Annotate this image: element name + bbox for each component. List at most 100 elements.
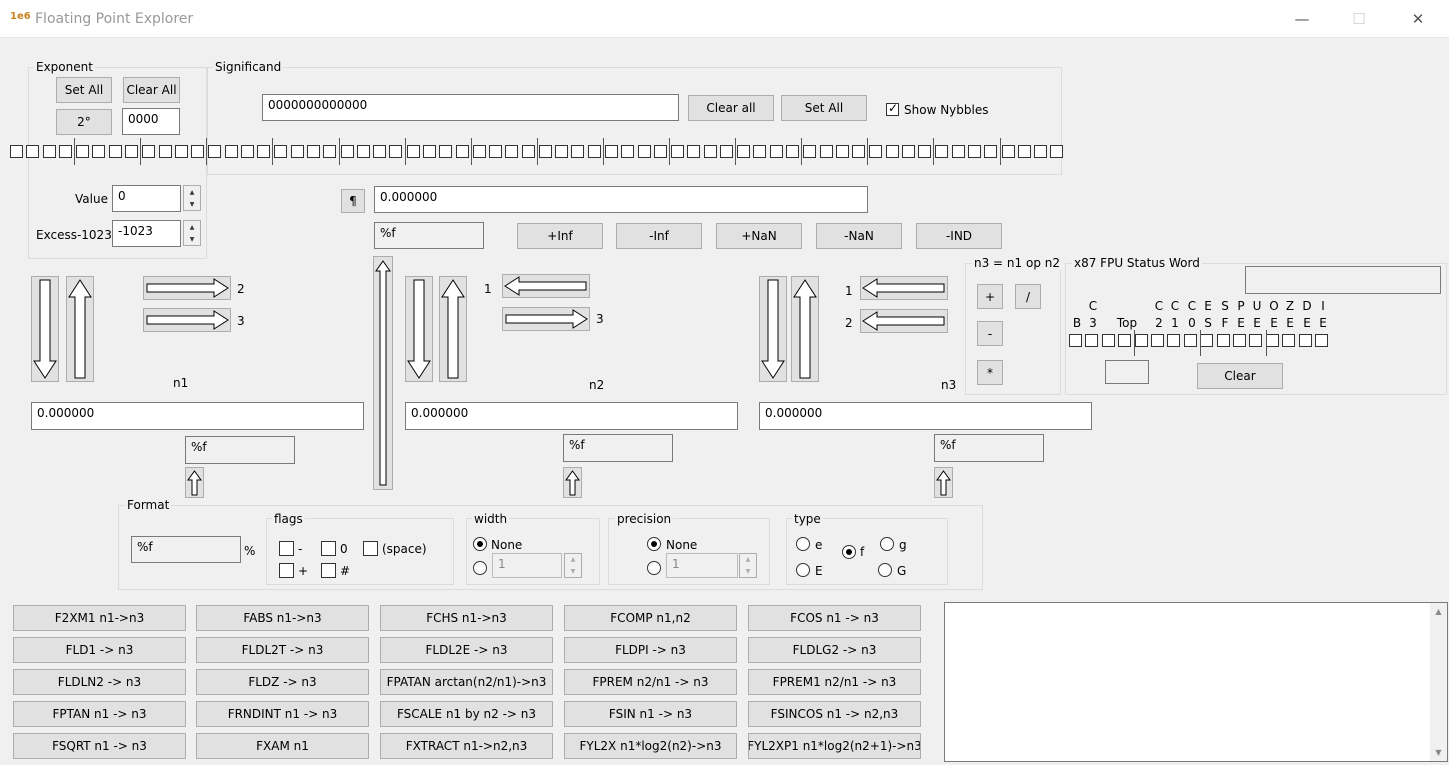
flag-plus-checkbox[interactable]	[279, 563, 294, 578]
minimize-icon[interactable]: —	[1273, 0, 1331, 38]
instr-fpatan-button[interactable]: FPATAN arctan(n2/n1)->n3	[380, 669, 553, 695]
bit-checkbox[interactable]	[76, 145, 89, 158]
bit-checkbox[interactable]	[869, 145, 882, 158]
bit-checkbox[interactable]	[274, 145, 287, 158]
minus-nan-button[interactable]: -NaN	[816, 223, 902, 249]
bit-checkbox[interactable]	[241, 145, 254, 158]
instr-frndint-button[interactable]: FRNDINT n1 -> n3	[196, 701, 369, 727]
bit-checkbox[interactable]	[836, 145, 849, 158]
divide-button[interactable]: /	[1015, 284, 1041, 309]
bit-checkbox[interactable]	[952, 145, 965, 158]
bit-checkbox[interactable]	[10, 145, 23, 158]
add-button[interactable]: +	[977, 284, 1003, 309]
width-value-radio[interactable]	[473, 561, 487, 575]
bit-checkbox[interactable]	[539, 145, 552, 158]
bit-checkbox[interactable]	[489, 145, 502, 158]
bit-checkbox[interactable]	[588, 145, 601, 158]
bit-checkbox[interactable]	[159, 145, 172, 158]
value-format-input[interactable]: %f	[374, 222, 484, 249]
type-G-radio[interactable]	[878, 563, 892, 577]
fpu-bit-checkbox[interactable]	[1184, 334, 1197, 347]
instr-fyl2x-button[interactable]: FYL2X n1*log2(n2)->n3	[564, 733, 737, 759]
n3-down-arrow-button[interactable]	[759, 276, 787, 382]
bit-checkbox[interactable]	[522, 145, 535, 158]
instr-fcomp-button[interactable]: FCOMP n1,n2	[564, 605, 737, 631]
bit-checkbox[interactable]	[125, 145, 138, 158]
fpu-bit-checkbox[interactable]	[1200, 334, 1213, 347]
n3-to-n1-arrow-button[interactable]	[860, 276, 948, 300]
fpu-bit-checkbox[interactable]	[1266, 334, 1279, 347]
bit-checkbox[interactable]	[704, 145, 717, 158]
bit-checkbox[interactable]	[852, 145, 865, 158]
bit-checkbox[interactable]	[886, 145, 899, 158]
n3-to-n2-arrow-button[interactable]	[860, 309, 948, 333]
n1-down-arrow-button[interactable]	[31, 276, 59, 382]
bit-checkbox[interactable]	[968, 145, 981, 158]
bit-checkbox[interactable]	[257, 145, 270, 158]
fpu-bit-checkbox[interactable]	[1085, 334, 1098, 347]
exponent-value-input[interactable]: 0	[112, 185, 181, 212]
bit-checkbox[interactable]	[142, 145, 155, 158]
bit-checkbox[interactable]	[423, 145, 436, 158]
output-textarea[interactable]: ▲ ▼	[944, 602, 1448, 762]
instr-fsin-button[interactable]: FSIN n1 -> n3	[564, 701, 737, 727]
type-f-radio[interactable]	[842, 545, 856, 559]
bit-checkbox[interactable]	[1002, 145, 1015, 158]
instr-fldl2e-button[interactable]: FLDL2E -> n3	[380, 637, 553, 663]
bit-checkbox[interactable]	[984, 145, 997, 158]
bit-checkbox[interactable]	[407, 145, 420, 158]
subtract-button[interactable]: -	[977, 321, 1003, 346]
instr-fptan-button[interactable]: FPTAN n1 -> n3	[13, 701, 186, 727]
bit-checkbox[interactable]	[175, 145, 188, 158]
bit-checkbox[interactable]	[92, 145, 105, 158]
significand-clear-all-button[interactable]: Clear all	[688, 95, 774, 121]
n2-value-input[interactable]: 0.000000	[405, 402, 738, 430]
bit-checkbox[interactable]	[621, 145, 634, 158]
fpu-bit-checkbox[interactable]	[1151, 334, 1164, 347]
bit-checkbox[interactable]	[505, 145, 518, 158]
bit-checkbox[interactable]	[638, 145, 651, 158]
bit-checkbox[interactable]	[803, 145, 816, 158]
bit-checkbox[interactable]	[770, 145, 783, 158]
show-nybbles-checkbox[interactable]	[886, 101, 899, 116]
bit-checkbox[interactable]	[191, 145, 204, 158]
minus-ind-button[interactable]: -IND	[916, 223, 1002, 249]
bit-checkbox[interactable]	[820, 145, 833, 158]
multiply-button[interactable]: *	[977, 360, 1003, 385]
excess-value-spinner[interactable]: ▲ ▼	[183, 220, 201, 246]
plus-inf-button[interactable]: +Inf	[517, 223, 603, 249]
fpu-bit-checkbox[interactable]	[1299, 334, 1312, 347]
type-E-radio[interactable]	[796, 563, 810, 577]
bit-checkbox[interactable]	[373, 145, 386, 158]
instr-fldl2t-button[interactable]: FLDL2T -> n3	[196, 637, 369, 663]
bit-checkbox[interactable]	[918, 145, 931, 158]
bit-checkbox[interactable]	[786, 145, 799, 158]
precision-value-radio[interactable]	[647, 561, 661, 575]
significand-set-all-button[interactable]: Set All	[781, 95, 867, 121]
value-display-input[interactable]: 0.000000	[374, 186, 868, 213]
fpu-bit-checkbox[interactable]	[1217, 334, 1230, 347]
pilcrow-button[interactable]: ¶	[341, 189, 365, 213]
exponent-value-spinner[interactable]: ▲ ▼	[183, 185, 201, 211]
fpu-clear-button[interactable]: Clear	[1197, 363, 1283, 389]
bit-checkbox[interactable]	[605, 145, 618, 158]
n3-format-input[interactable]: %f	[934, 434, 1044, 462]
bit-checkbox[interactable]	[225, 145, 238, 158]
instr-fsqrt-button[interactable]: FSQRT n1 -> n3	[13, 733, 186, 759]
bit-checkbox[interactable]	[109, 145, 122, 158]
fpu-bit-checkbox[interactable]	[1135, 334, 1148, 347]
bit-checkbox[interactable]	[208, 145, 221, 158]
instr-fscale-button[interactable]: FSCALE n1 by n2 -> n3	[380, 701, 553, 727]
bit-checkbox[interactable]	[1050, 145, 1063, 158]
n3-up-arrow-button[interactable]	[791, 276, 819, 382]
precision-spinner[interactable]: ▲ ▼	[739, 553, 757, 578]
bit-checkbox[interactable]	[902, 145, 915, 158]
n1-to-n3-arrow-button[interactable]	[143, 308, 231, 332]
bit-checkbox[interactable]	[323, 145, 336, 158]
fpu-bit-checkbox[interactable]	[1233, 334, 1246, 347]
instr-fprem-button[interactable]: FPREM n2/n1 -> n3	[564, 669, 737, 695]
fpu-bit-checkbox[interactable]	[1282, 334, 1295, 347]
n2-format-up-arrow-button[interactable]	[563, 467, 582, 498]
tall-up-arrow-button[interactable]	[373, 256, 393, 490]
exponent-clear-all-button[interactable]: Clear All	[123, 77, 180, 103]
